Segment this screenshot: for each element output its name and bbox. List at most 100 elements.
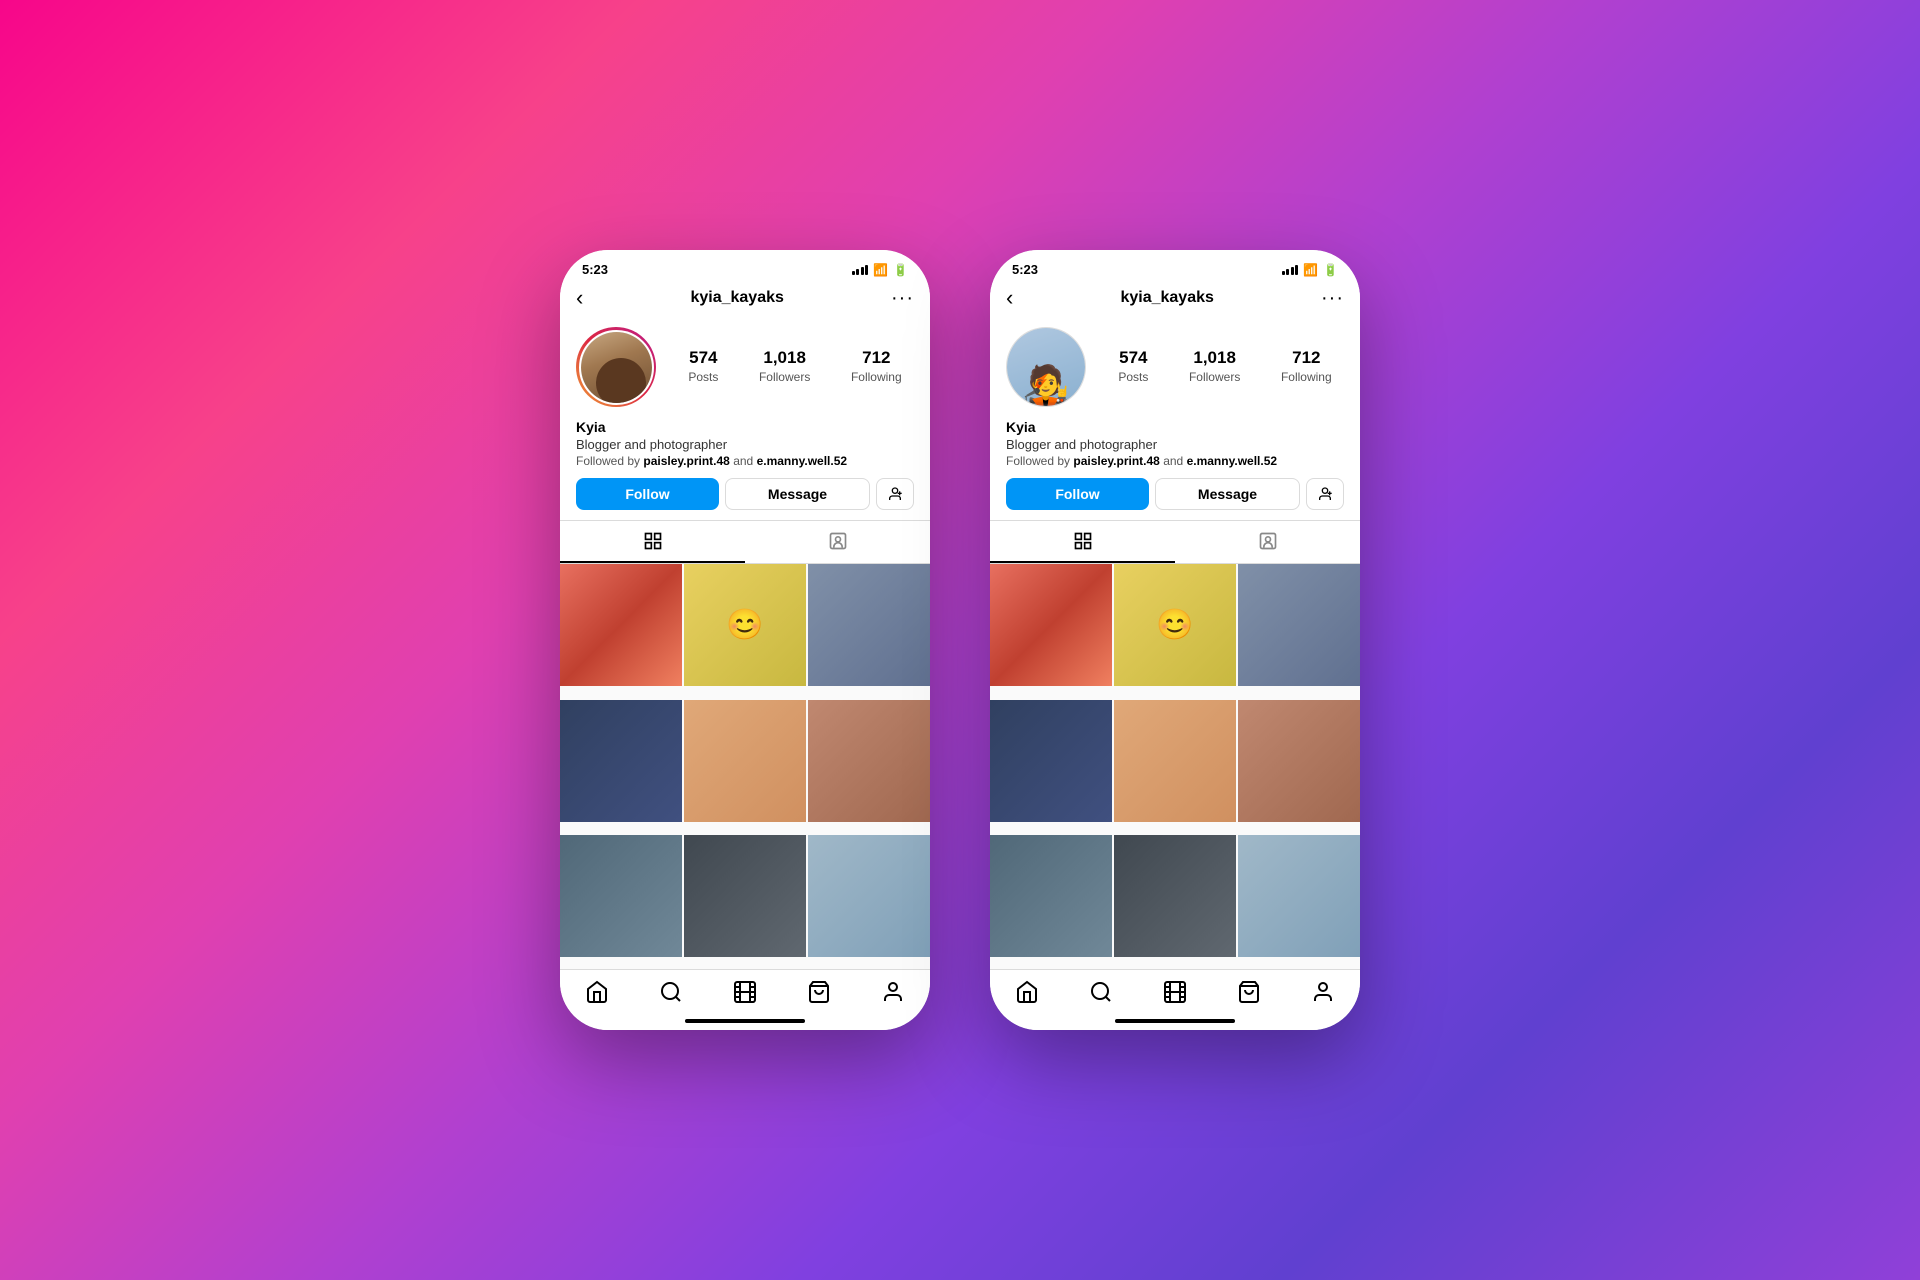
nav-search-right[interactable] — [1089, 980, 1113, 1010]
grid-cell-6-right[interactable] — [1238, 700, 1360, 822]
nav-profile-right[interactable] — [1311, 980, 1335, 1010]
stat-posts-right[interactable]: 574 Posts — [1118, 348, 1148, 386]
story-ring-left — [576, 327, 656, 407]
tab-bar-right — [990, 520, 1360, 564]
nav-reels-right[interactable] — [1163, 980, 1187, 1010]
add-person-button-right[interactable] — [1306, 478, 1344, 510]
grid-cell-5-right[interactable] — [1114, 700, 1236, 822]
profile-icon-right — [1311, 980, 1335, 1004]
nav-profile-left[interactable] — [881, 980, 905, 1010]
profile-top-row-right: 574 Posts 1,018 Followers 712 Following — [1006, 327, 1344, 407]
home-indicator-right — [1115, 1019, 1235, 1023]
grid-cell-7-left[interactable] — [560, 835, 682, 957]
stat-posts-left[interactable]: 574 Posts — [688, 348, 718, 386]
grid-cell-7-right[interactable] — [990, 835, 1112, 957]
shop-icon-left — [807, 980, 831, 1004]
photo-grid-right — [990, 564, 1360, 969]
grid-cell-8-left[interactable] — [684, 835, 806, 957]
status-bar-left: 5:23 📶 🔋 — [560, 250, 930, 281]
reels-icon-left — [733, 980, 757, 1004]
person-tag-icon-right — [1258, 531, 1278, 551]
following-count-left: 712 — [851, 348, 902, 368]
search-icon-left — [659, 980, 683, 1004]
follow-button-left[interactable]: Follow — [576, 478, 719, 510]
add-person-icon — [887, 486, 903, 502]
profile-followed-by-left: Followed by paisley.print.48 and e.manny… — [576, 454, 914, 468]
wifi-icon: 📶 — [873, 263, 888, 277]
tab-grid-right[interactable] — [990, 521, 1175, 563]
posts-count-right: 574 — [1118, 348, 1148, 368]
nav-home-left[interactable] — [585, 980, 609, 1010]
following-label-right: Following — [1281, 370, 1332, 384]
time-right: 5:23 — [1012, 262, 1038, 277]
nav-reels-left[interactable] — [733, 980, 757, 1010]
wifi-icon-right: 📶 — [1303, 263, 1318, 277]
avatar-wrapper-right[interactable] — [1006, 327, 1086, 407]
home-icon-left — [585, 980, 609, 1004]
back-button-right[interactable]: ‹ — [1006, 285, 1013, 311]
avatar-no-ring-right — [1006, 327, 1086, 407]
followed-by-users-right: paisley.print.48 — [1073, 454, 1159, 468]
signal-icon — [852, 264, 869, 275]
stat-following-left[interactable]: 712 Following — [851, 348, 902, 386]
stat-following-right[interactable]: 712 Following — [1281, 348, 1332, 386]
grid-cell-6-left[interactable] — [808, 700, 930, 822]
home-icon-right — [1015, 980, 1039, 1004]
nav-shop-left[interactable] — [807, 980, 831, 1010]
stats-row-right: 574 Posts 1,018 Followers 712 Following — [1106, 348, 1344, 386]
followers-count-left: 1,018 — [759, 348, 810, 368]
followed-by-users2-right: e.manny.well.52 — [1187, 454, 1278, 468]
followed-by-users2-left: e.manny.well.52 — [757, 454, 848, 468]
stat-followers-left[interactable]: 1,018 Followers — [759, 348, 810, 386]
profile-section-right: 574 Posts 1,018 Followers 712 Following … — [990, 319, 1360, 520]
add-person-icon-right — [1317, 486, 1333, 502]
back-button-left[interactable]: ‹ — [576, 285, 583, 311]
grid-cell-3-right[interactable] — [1238, 564, 1360, 686]
grid-cell-2-right[interactable] — [1114, 564, 1236, 686]
nav-home-right[interactable] — [1015, 980, 1039, 1010]
tab-grid-left[interactable] — [560, 521, 745, 563]
profile-name-left: Kyia — [576, 419, 914, 435]
photo-grid-left — [560, 564, 930, 969]
status-icons-left: 📶 🔋 — [852, 263, 908, 277]
grid-cell-1-left[interactable] — [560, 564, 682, 686]
nav-shop-right[interactable] — [1237, 980, 1261, 1010]
grid-icon-right — [1073, 531, 1093, 551]
more-button-right[interactable]: ··· — [1321, 287, 1344, 310]
grid-cell-5-left[interactable] — [684, 700, 806, 822]
avatar-cartoon-right — [1007, 328, 1085, 406]
profile-top-row-left: 574 Posts 1,018 Followers 712 Following — [576, 327, 914, 407]
grid-cell-4-right[interactable] — [990, 700, 1112, 822]
tab-tagged-right[interactable] — [1175, 521, 1360, 563]
action-buttons-right: Follow Message — [1006, 478, 1344, 510]
time-left: 5:23 — [582, 262, 608, 277]
avatar-wrapper-left[interactable] — [576, 327, 656, 407]
more-button-left[interactable]: ··· — [891, 287, 914, 310]
tab-tagged-left[interactable] — [745, 521, 930, 563]
profile-name-right: Kyia — [1006, 419, 1344, 435]
posts-label-left: Posts — [688, 370, 718, 384]
message-button-left[interactable]: Message — [725, 478, 870, 510]
followers-label-left: Followers — [759, 370, 810, 384]
add-person-button-left[interactable] — [876, 478, 914, 510]
grid-cell-2-left[interactable] — [684, 564, 806, 686]
header-nav-right: ‹ kyia_kayaks ··· — [990, 281, 1360, 319]
nav-search-left[interactable] — [659, 980, 683, 1010]
profile-followed-by-right: Followed by paisley.print.48 and e.manny… — [1006, 454, 1344, 468]
grid-cell-1-right[interactable] — [990, 564, 1112, 686]
reels-icon-right — [1163, 980, 1187, 1004]
grid-cell-9-right[interactable] — [1238, 835, 1360, 957]
message-button-right[interactable]: Message — [1155, 478, 1300, 510]
status-icons-right: 📶 🔋 — [1282, 263, 1338, 277]
grid-cell-4-left[interactable] — [560, 700, 682, 822]
following-count-right: 712 — [1281, 348, 1332, 368]
header-username-left: kyia_kayaks — [690, 289, 783, 307]
follow-button-right[interactable]: Follow — [1006, 478, 1149, 510]
stat-followers-right[interactable]: 1,018 Followers — [1189, 348, 1240, 386]
grid-icon-left — [643, 531, 663, 551]
grid-cell-3-left[interactable] — [808, 564, 930, 686]
profile-bio-right: Blogger and photographer — [1006, 437, 1344, 452]
profile-section-left: 574 Posts 1,018 Followers 712 Following … — [560, 319, 930, 520]
grid-cell-8-right[interactable] — [1114, 835, 1236, 957]
grid-cell-9-left[interactable] — [808, 835, 930, 957]
